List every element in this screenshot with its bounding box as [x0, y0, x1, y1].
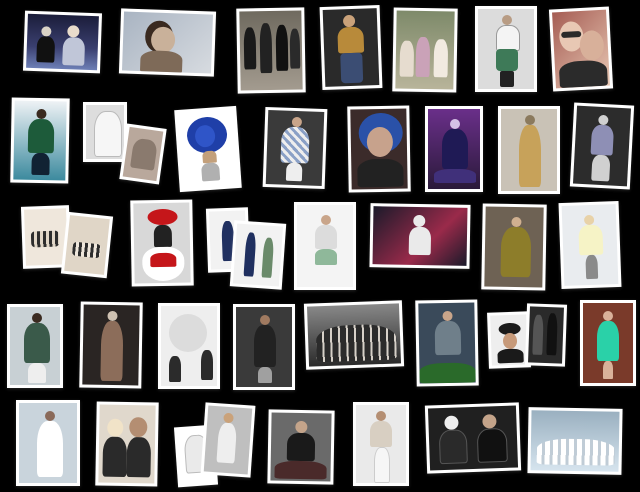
photo-10-image	[122, 126, 164, 182]
photo-40[interactable]	[353, 402, 409, 486]
photo-40-image	[356, 405, 406, 483]
photo-24[interactable]	[481, 203, 547, 291]
photo-9[interactable]	[83, 102, 127, 162]
photo-18[interactable]	[60, 211, 114, 279]
photo-7-image	[552, 9, 610, 89]
photo-36[interactable]	[95, 401, 159, 487]
photo-4[interactable]	[319, 4, 383, 91]
photo-2-image	[121, 11, 214, 74]
photo-26-image	[10, 307, 60, 385]
collage-board	[0, 0, 640, 492]
photo-12[interactable]	[262, 106, 328, 190]
photo-1-image	[26, 13, 99, 71]
photo-35-image	[19, 403, 77, 483]
photo-22-image	[297, 205, 353, 287]
photo-14[interactable]	[425, 106, 483, 192]
photo-8[interactable]	[10, 97, 70, 184]
photo-1[interactable]	[22, 10, 103, 74]
photo-2[interactable]	[118, 8, 217, 77]
photo-31[interactable]	[415, 299, 479, 387]
photo-36-image	[98, 404, 156, 484]
photo-41[interactable]	[424, 402, 522, 474]
photo-34[interactable]	[580, 300, 636, 386]
photo-30[interactable]	[303, 300, 405, 370]
photo-29-image	[236, 307, 292, 387]
photo-16[interactable]	[569, 102, 635, 190]
photo-34-image	[583, 303, 633, 383]
photo-9-image	[86, 105, 124, 159]
photo-15[interactable]	[498, 106, 560, 194]
photo-41-image	[427, 405, 519, 471]
photo-35[interactable]	[16, 400, 80, 486]
photo-28[interactable]	[158, 303, 220, 389]
photo-23-image	[372, 206, 468, 266]
photo-39-image	[270, 412, 332, 482]
photo-23[interactable]	[369, 203, 471, 269]
photo-5[interactable]	[392, 7, 458, 93]
photo-13[interactable]	[347, 105, 411, 193]
photo-15-image	[501, 109, 557, 191]
photo-7[interactable]	[548, 6, 614, 92]
photo-19-image	[133, 202, 191, 284]
photo-26[interactable]	[7, 304, 63, 388]
photo-33[interactable]	[524, 303, 568, 367]
photo-31-image	[418, 302, 476, 384]
photo-17-image	[24, 208, 68, 266]
photo-27[interactable]	[79, 301, 143, 389]
photo-30-image	[306, 303, 402, 367]
photo-28-image	[161, 306, 217, 386]
photo-18-image	[64, 215, 110, 275]
photo-27-image	[82, 304, 140, 386]
photo-39[interactable]	[267, 409, 335, 485]
photo-10[interactable]	[119, 123, 167, 185]
photo-5-image	[395, 10, 455, 90]
photo-4-image	[322, 8, 380, 87]
photo-8-image	[13, 100, 67, 181]
photo-42-image	[530, 410, 620, 472]
photo-19[interactable]	[130, 199, 194, 287]
photo-21[interactable]	[229, 220, 287, 290]
photo-11-image	[177, 109, 239, 189]
photo-6-image	[478, 9, 534, 89]
photo-38[interactable]	[200, 402, 256, 478]
photo-3-image	[239, 10, 303, 91]
photo-14-image	[428, 109, 480, 189]
photo-21-image	[232, 223, 284, 287]
photo-11[interactable]	[174, 105, 242, 193]
photo-32-image	[490, 314, 528, 366]
photo-6[interactable]	[475, 6, 537, 92]
photo-38-image	[203, 405, 253, 475]
photo-22[interactable]	[294, 202, 356, 290]
photo-3[interactable]	[236, 7, 306, 94]
photo-25[interactable]	[558, 200, 622, 290]
photo-29[interactable]	[233, 304, 295, 390]
photo-42[interactable]	[527, 407, 623, 475]
photo-24-image	[484, 206, 544, 288]
photo-33-image	[528, 306, 564, 364]
photo-25-image	[561, 204, 619, 286]
photo-12-image	[265, 110, 325, 186]
photo-16-image	[572, 105, 632, 187]
photo-13-image	[350, 108, 408, 190]
